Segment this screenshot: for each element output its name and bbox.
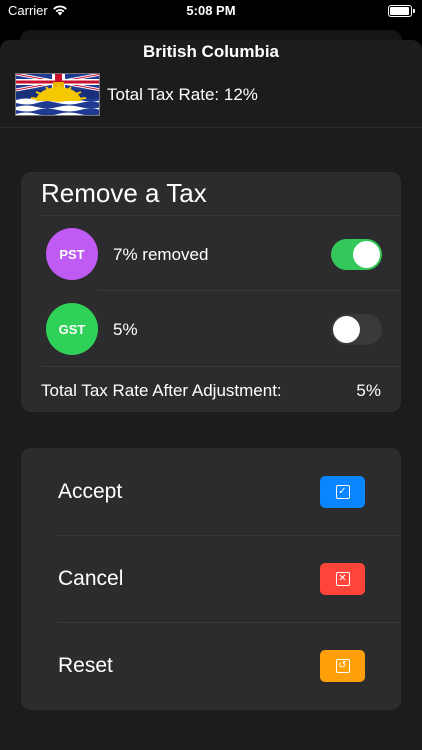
status-time: 5:08 PM (186, 3, 236, 18)
header-divider (0, 127, 422, 128)
pst-badge: PST (46, 228, 98, 280)
adjusted-rate-value: 5% (356, 381, 381, 400)
accept-button[interactable]: ✓ (320, 476, 365, 508)
pst-toggle[interactable] (331, 239, 382, 270)
gst-code: GST (58, 321, 86, 337)
divider (98, 290, 401, 291)
toggle-knob (353, 241, 380, 268)
gst-badge: GST (46, 303, 98, 355)
toggle-knob (333, 316, 360, 343)
reset-button[interactable]: ↺ (320, 650, 365, 682)
divider (41, 366, 401, 367)
gst-rate-text: 5% (113, 320, 138, 339)
status-bar: Carrier 5:08 PM (0, 0, 422, 24)
adjusted-rate-label: Total Tax Rate After Adjustment: (41, 381, 282, 400)
remove-tax-title: Remove a Tax (41, 178, 207, 208)
battery-icon (388, 5, 415, 17)
pst-rate-text: 7% removed (113, 245, 209, 264)
province-flag-image (15, 73, 100, 116)
divider (41, 215, 401, 216)
gst-toggle[interactable] (331, 314, 382, 345)
total-tax-rate-label: Total Tax Rate: 12% (107, 85, 258, 104)
cancel-label: Cancel (58, 567, 124, 590)
accept-label: Accept (58, 480, 123, 503)
divider (58, 622, 401, 623)
cancel-button[interactable]: ✕ (320, 563, 365, 595)
undo-icon: ↺ (335, 659, 350, 673)
reset-label: Reset (58, 654, 113, 677)
checkmark-icon: ✓ (335, 485, 350, 499)
divider (58, 535, 401, 536)
x-mark-icon: ✕ (335, 572, 350, 586)
province-title: British Columbia (142, 42, 279, 61)
pst-code: PST (59, 246, 85, 262)
